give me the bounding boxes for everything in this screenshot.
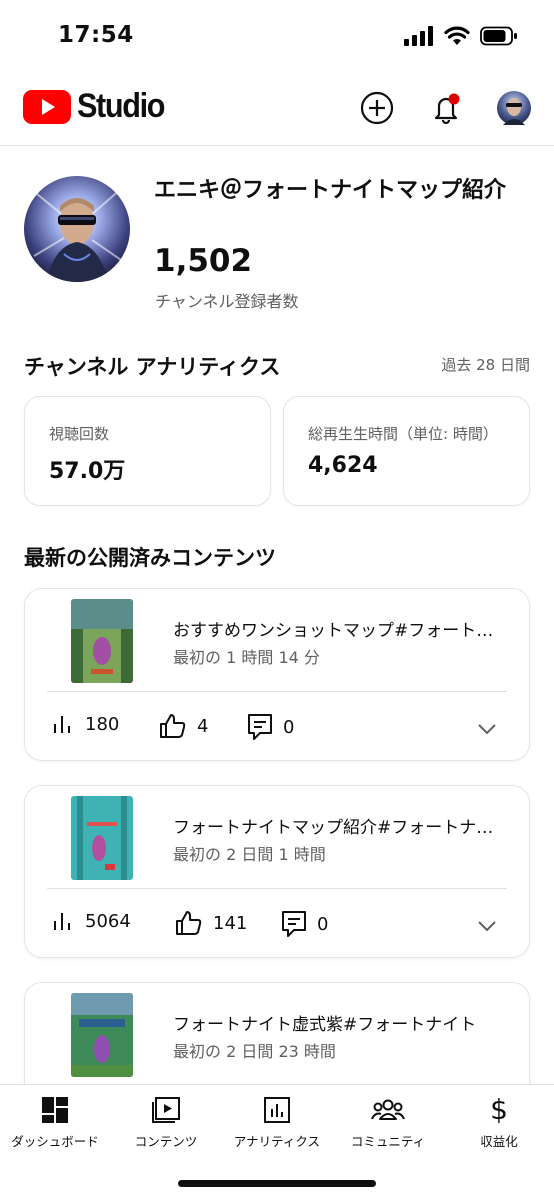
channel-name: エニキ＠フォートナイトマップ紹介 bbox=[154, 178, 507, 203]
analytics-section-title: チャンネル アナリティクス bbox=[24, 355, 281, 379]
subscriber-label: チャンネル登録者数 bbox=[155, 292, 299, 311]
nav-item-monetization[interactable]: $ 収益化 bbox=[444, 1095, 554, 1150]
avatar bbox=[497, 91, 531, 125]
views-count: 180 bbox=[85, 713, 120, 735]
thumbs-up-icon bbox=[176, 911, 202, 935]
video-title[interactable]: おすすめワンショットマップ#フォートナイト bbox=[173, 616, 503, 641]
content-icon bbox=[152, 1097, 180, 1123]
divider bbox=[47, 888, 507, 889]
youtube-logo-icon bbox=[23, 89, 71, 124]
views-stat-card[interactable]: 視聴回数 57.0万 bbox=[24, 396, 271, 506]
chevron-down-icon[interactable] bbox=[475, 717, 499, 741]
analytics-icon bbox=[264, 1097, 290, 1123]
watch-time-stat-card[interactable]: 総再生生時間（単位: 時間） 4,624 bbox=[283, 396, 530, 506]
studio-logo[interactable]: Studio bbox=[23, 87, 174, 126]
video-card[interactable]: おすすめワンショットマップ#フォートナイト 最初の 1 時間 14 分 180 … bbox=[24, 588, 530, 761]
comment-icon bbox=[248, 714, 272, 740]
likes-metric: 141 bbox=[175, 910, 247, 936]
views-metric: 180 bbox=[51, 713, 119, 735]
notifications-button[interactable] bbox=[426, 88, 466, 128]
video-title[interactable]: フォートナイトマップ紹介#フォートナイト bbox=[173, 813, 503, 838]
video-age: 最初の 2 日間 1 時間 bbox=[173, 845, 326, 864]
nav-item-analytics[interactable]: アナリティクス bbox=[222, 1095, 332, 1150]
comments-metric: 0 bbox=[247, 713, 294, 741]
thumbs-up-icon bbox=[160, 714, 186, 738]
video-age: 最初の 2 日間 23 時間 bbox=[173, 1042, 336, 1061]
community-icon bbox=[371, 1099, 405, 1120]
nav-label: ダッシュボード bbox=[11, 1134, 99, 1149]
subscriber-count: 1,502 bbox=[154, 243, 253, 279]
latest-content-title: 最新の公開済みコンテンツ bbox=[24, 546, 276, 570]
likes-count: 141 bbox=[213, 912, 248, 934]
comments-count: 0 bbox=[317, 913, 329, 935]
dollar-icon: $ bbox=[490, 1093, 508, 1126]
home-indicator bbox=[178, 1180, 376, 1187]
create-button[interactable] bbox=[357, 88, 397, 128]
wifi-icon bbox=[444, 26, 470, 45]
status-time: 17:54 bbox=[58, 22, 134, 48]
watch-time-value: 4,624 bbox=[308, 453, 378, 478]
comment-icon bbox=[282, 911, 306, 937]
chevron-down-icon[interactable] bbox=[475, 914, 499, 938]
status-bar: 17:54 bbox=[0, 0, 554, 72]
likes-count: 4 bbox=[197, 715, 209, 737]
video-thumbnail[interactable] bbox=[71, 796, 133, 880]
bar-chart-icon bbox=[54, 913, 70, 930]
comments-metric: 0 bbox=[281, 910, 328, 938]
status-icons bbox=[404, 26, 518, 46]
logo-text: Studio bbox=[77, 87, 165, 125]
nav-item-dashboard[interactable]: ダッシュボード bbox=[0, 1095, 110, 1150]
watch-time-label: 総再生生時間（単位: 時間） bbox=[308, 425, 498, 443]
bell-icon bbox=[434, 93, 460, 125]
video-thumbnail[interactable] bbox=[71, 993, 133, 1077]
channel-avatar-image bbox=[24, 176, 130, 282]
bar-chart-icon bbox=[54, 716, 70, 733]
views-value: 57.0万 bbox=[49, 459, 126, 484]
nav-item-community[interactable]: コミュニティ bbox=[333, 1095, 443, 1150]
views-metric: 5064 bbox=[51, 910, 131, 932]
notification-dot bbox=[448, 93, 460, 105]
nav-label: コンテンツ bbox=[134, 1134, 198, 1149]
nav-item-content[interactable]: コンテンツ bbox=[111, 1095, 221, 1150]
comments-count: 0 bbox=[283, 716, 295, 738]
views-label: 視聴回数 bbox=[49, 425, 110, 443]
divider bbox=[47, 691, 507, 692]
add-circle-icon bbox=[360, 91, 394, 125]
video-title[interactable]: フォートナイト虚式紫#フォートナイト bbox=[173, 1010, 503, 1035]
nav-label: アナリティクス bbox=[233, 1134, 321, 1149]
channel-avatar bbox=[24, 176, 130, 282]
video-thumbnail[interactable] bbox=[71, 599, 133, 683]
likes-metric: 4 bbox=[159, 713, 208, 739]
account-avatar-button[interactable] bbox=[494, 88, 534, 128]
app-header: Studio bbox=[0, 72, 554, 146]
nav-label: コミュニティ bbox=[350, 1134, 426, 1149]
views-count: 5064 bbox=[85, 910, 131, 932]
battery-icon bbox=[480, 26, 517, 46]
video-card[interactable]: フォートナイトマップ紹介#フォートナイト 最初の 2 日間 1 時間 5064 … bbox=[24, 785, 530, 958]
video-age: 最初の 1 時間 14 分 bbox=[173, 648, 320, 667]
dashboard-icon bbox=[42, 1097, 68, 1123]
nav-label: 収益化 bbox=[480, 1134, 518, 1149]
analytics-period: 過去 28 日間 bbox=[441, 356, 530, 374]
cellular-signal-icon bbox=[404, 26, 433, 46]
